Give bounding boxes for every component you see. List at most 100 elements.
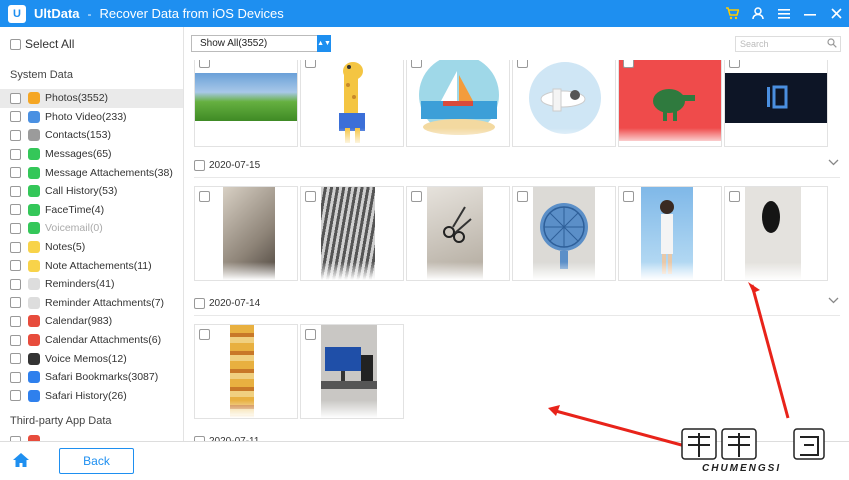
filter-dropdown[interactable]: Show All(3552) ▲▼ [191, 35, 331, 52]
sidebar-list: Photos(3552) Photo Video(233) Contacts(153… [0, 89, 183, 406]
sidebar-item-checkbox[interactable] [10, 371, 21, 383]
photo-thumbnail[interactable] [512, 186, 616, 281]
photo-thumbnail[interactable] [724, 186, 828, 281]
thumbnail-fade [513, 262, 615, 280]
sidebar-item-label: Safari History(26) [45, 389, 127, 402]
minimize-icon[interactable] [797, 0, 823, 27]
sidebar-item-checkbox[interactable] [10, 260, 21, 272]
close-icon[interactable] [823, 0, 849, 27]
sidebar-item-phone[interactable]: Call History(53) [0, 182, 183, 201]
sidebar-item-voicemail[interactable]: Voicemail(0) [0, 219, 183, 238]
filter-dropdown-value: Show All(3552) [200, 38, 268, 49]
sidebar-item-checkbox[interactable] [10, 92, 21, 104]
sidebar-item-checkbox[interactable] [10, 353, 21, 365]
content-toolbar: Show All(3552) ▲▼ Search [185, 27, 849, 60]
calendar-icon [28, 315, 40, 328]
sidebar-item-checkbox[interactable] [10, 111, 21, 123]
dark-screen-image [725, 73, 827, 123]
photo-checkbox[interactable] [517, 60, 528, 68]
photo-thumbnail[interactable] [300, 60, 404, 147]
search-icon[interactable] [827, 38, 837, 53]
sidebar-item-message-attachments[interactable]: Message Attachements(38) [0, 163, 183, 182]
menu-icon[interactable] [771, 0, 797, 27]
photo-thumbnail[interactable] [618, 186, 722, 281]
safari-icon [28, 371, 40, 384]
sidebar-item-calendar[interactable]: Calendar(983) [0, 312, 183, 331]
search-input[interactable]: Search [735, 36, 841, 52]
app-name: UltData [34, 6, 80, 21]
photo-checkbox[interactable] [623, 191, 634, 202]
sidebar-item-checkbox[interactable] [10, 241, 21, 253]
photo-thumbnail[interactable] [512, 60, 616, 147]
user-icon[interactable] [745, 0, 771, 27]
sidebar-item-messages[interactable]: Messages(65) [0, 145, 183, 164]
photo-checkbox[interactable] [411, 191, 422, 202]
search-placeholder: Search [740, 39, 769, 49]
note-attachments-icon [28, 259, 40, 272]
sidebar-item-facetime[interactable]: FaceTime(4) [0, 201, 183, 220]
photo-checkbox[interactable] [305, 191, 316, 202]
sidebar-item-calendar-attachments[interactable]: Calendar Attachments(6) [0, 331, 183, 350]
sidebar-item-checkbox[interactable] [10, 315, 21, 327]
sidebar-item-checkbox[interactable] [10, 204, 21, 216]
photo-checkbox[interactable] [623, 60, 634, 68]
sidebar-item-contacts[interactable]: Contacts(153) [0, 126, 183, 145]
photo-checkbox[interactable] [411, 60, 422, 68]
photo-checkbox[interactable] [305, 329, 316, 340]
chevron-down-icon[interactable] [828, 296, 839, 307]
select-all-checkbox[interactable] [10, 38, 21, 50]
sidebar-item-note-attachments[interactable]: Note Attachements(11) [0, 256, 183, 275]
photo-thumbnail[interactable] [194, 60, 298, 147]
photo-thumbnail[interactable] [194, 324, 298, 419]
sidebar-item-safari-history[interactable]: Safari History(26) [0, 387, 183, 406]
sidebar-item-checkbox[interactable] [10, 297, 21, 309]
sidebar-item-safari[interactable]: Safari Bookmarks(3087) [0, 368, 183, 387]
sidebar-item-label: Reminders(41) [45, 278, 115, 291]
photo-checkbox[interactable] [199, 329, 210, 340]
date-group-checkbox[interactable] [194, 298, 205, 309]
date-group-label: 2020-07-14 [209, 298, 261, 309]
photo-checkbox[interactable] [305, 60, 316, 68]
photo-checkbox[interactable] [199, 60, 210, 68]
home-icon[interactable] [12, 452, 30, 470]
cart-icon[interactable] [719, 0, 745, 27]
thumbnail-fade [195, 400, 297, 418]
chevron-down-icon[interactable] [828, 158, 839, 169]
date-group-header[interactable]: 2020-07-15 [194, 160, 260, 171]
sidebar-item-checkbox[interactable] [10, 129, 21, 141]
select-all[interactable]: Select All [10, 37, 74, 51]
sidebar-item-label: FaceTime(4) [45, 203, 105, 216]
sidebar: Select All System Data Photos(3552) Photo… [0, 27, 184, 441]
sidebar-item-checkbox[interactable] [10, 390, 21, 402]
sidebar-item-checkbox[interactable] [10, 334, 21, 346]
photo-thumbnail[interactable] [300, 324, 404, 419]
photo-thumbnail[interactable] [618, 60, 722, 147]
sidebar-item-checkbox[interactable] [10, 222, 21, 234]
sidebar-item-voice-memos[interactable]: Voice Memos(12) [0, 349, 183, 368]
photo-checkbox[interactable] [199, 191, 210, 202]
sidebar-item-reminders[interactable]: Reminders(41) [0, 275, 183, 294]
photo-checkbox[interactable] [729, 60, 740, 68]
sidebar-item-reminder-attachments[interactable]: Reminder Attachments(7) [0, 294, 183, 313]
sidebar-item-checkbox[interactable] [10, 278, 21, 290]
photo-thumbnail[interactable] [406, 186, 510, 281]
photo-thumbnail[interactable] [300, 186, 404, 281]
sidebar-item-notes[interactable]: Notes(5) [0, 238, 183, 257]
sidebar-item-video[interactable]: Photo Video(233) [0, 108, 183, 127]
photo-checkbox[interactable] [729, 191, 740, 202]
date-group-checkbox[interactable] [194, 160, 205, 171]
sidebar-item-checkbox[interactable] [10, 167, 21, 179]
sidebar-item-checkbox[interactable] [10, 185, 21, 197]
photo-thumbnail[interactable] [406, 60, 510, 147]
facetime-icon [28, 203, 40, 216]
sidebar-item-label: Voice Memos(12) [45, 352, 127, 365]
divider [194, 315, 840, 316]
sidebar-item-photos[interactable]: Photos(3552) [0, 89, 183, 108]
back-button[interactable]: Back [59, 448, 134, 474]
date-group-header[interactable]: 2020-07-14 [194, 298, 260, 309]
photo-thumbnail[interactable] [724, 60, 828, 147]
photo-checkbox[interactable] [517, 191, 528, 202]
photo-thumbnail[interactable] [194, 186, 298, 281]
dropdown-arrow-icon[interactable]: ▲▼ [317, 35, 331, 52]
sidebar-item-checkbox[interactable] [10, 148, 21, 160]
